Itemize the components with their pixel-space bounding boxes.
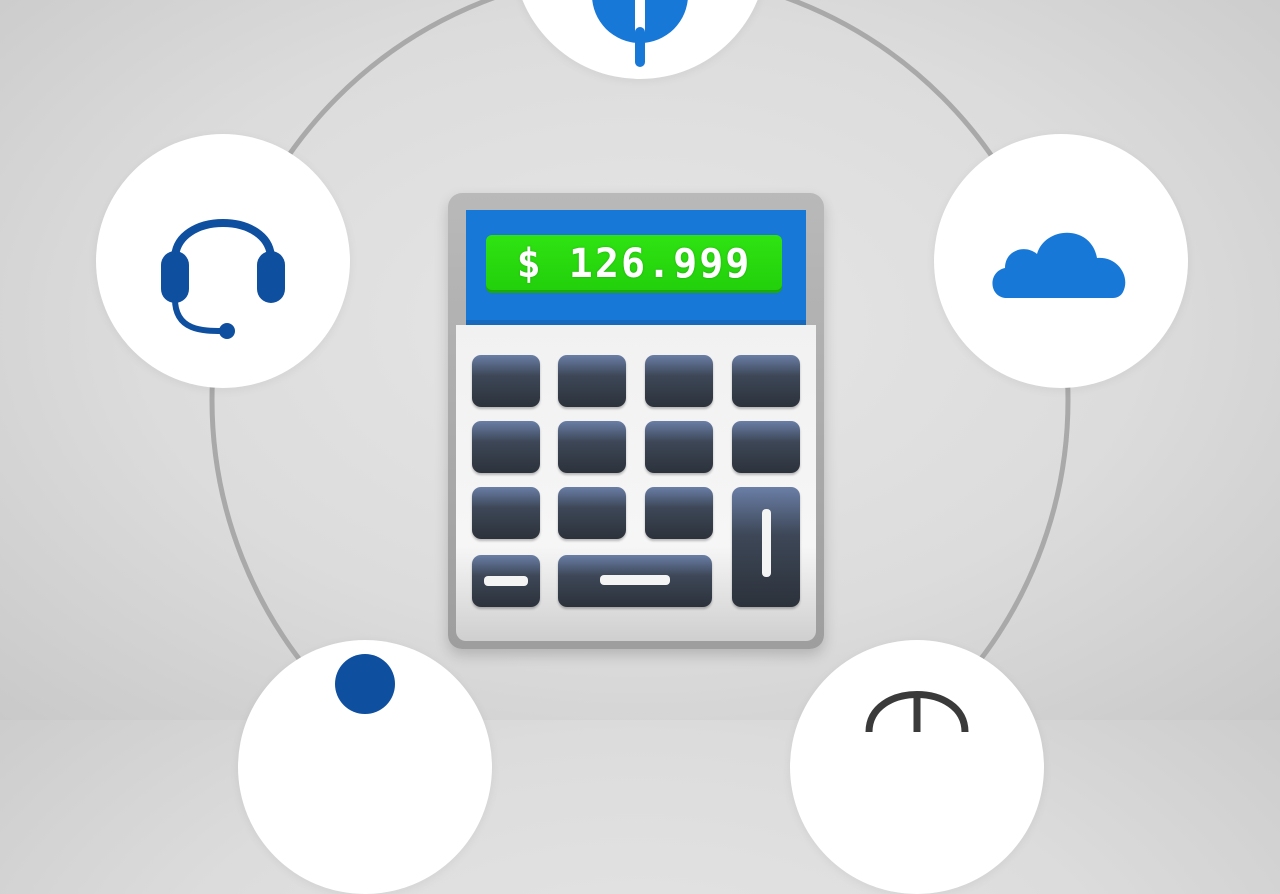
keypad bbox=[456, 325, 816, 641]
calculator: $ 126.999 bbox=[448, 193, 824, 649]
minus-key-mark bbox=[484, 576, 528, 586]
calc-key[interactable] bbox=[732, 355, 800, 407]
calc-key[interactable] bbox=[558, 421, 626, 473]
cloud-icon bbox=[992, 232, 1126, 298]
calc-key[interactable] bbox=[472, 421, 540, 473]
right-node[interactable] bbox=[934, 134, 1188, 388]
bottom-left-node[interactable] bbox=[238, 640, 492, 894]
calc-key[interactable] bbox=[472, 487, 540, 539]
info-icon bbox=[592, 0, 688, 67]
display-panel: $ 126.999 bbox=[466, 210, 806, 326]
bottom-right-node[interactable] bbox=[790, 640, 1044, 894]
calc-key[interactable] bbox=[558, 487, 626, 539]
globe-icon bbox=[865, 691, 969, 732]
calc-key[interactable] bbox=[645, 421, 713, 473]
calc-key[interactable] bbox=[558, 355, 626, 407]
calc-key[interactable] bbox=[732, 421, 800, 473]
left-node[interactable] bbox=[96, 134, 350, 388]
zero-key-mark bbox=[600, 575, 670, 585]
enter-key-mark bbox=[762, 509, 771, 577]
person-icon bbox=[335, 654, 395, 714]
zero-key[interactable] bbox=[558, 555, 712, 607]
enter-key[interactable] bbox=[732, 487, 800, 607]
calc-key[interactable] bbox=[645, 487, 713, 539]
calc-key[interactable] bbox=[472, 355, 540, 407]
amount-display: $ 126.999 bbox=[486, 235, 782, 293]
calc-key[interactable] bbox=[645, 355, 713, 407]
headset-icon bbox=[161, 219, 285, 339]
minus-key[interactable] bbox=[472, 555, 540, 607]
